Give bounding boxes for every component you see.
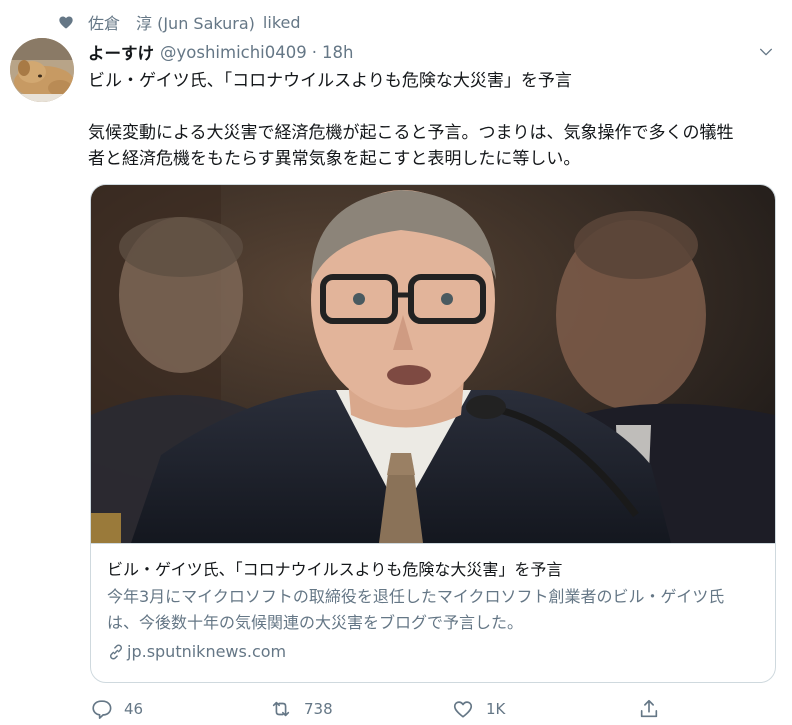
like-count: 1K [486,700,506,718]
heart-outline-icon [453,701,473,718]
tweet-header: よーすけ @yoshimichi0409 · 18h [88,40,353,64]
social-context: 佐倉 淳 (Jun Sakura) liked [56,10,301,34]
tweet-text-line: 者と経済危機をもたらす異常気象を起こすと表明したに等しい。 [88,149,581,169]
like-button[interactable]: 1K [452,696,505,722]
timestamp[interactable]: 18h [322,43,353,62]
display-name[interactable]: よーすけ [88,40,154,64]
avatar[interactable] [10,38,74,102]
liked-label: liked [262,12,301,32]
retweet-count: 738 [304,700,333,718]
heart-icon [56,14,76,30]
share-button[interactable] [638,696,672,722]
user-handle[interactable]: @yoshimichi0409 [160,43,307,62]
reply-icon [92,700,112,719]
card-domain: jp.sputniknews.com [107,640,760,664]
reply-button[interactable]: 46 [90,696,143,722]
card-image[interactable] [91,185,775,543]
card-domain-text: jp.sputniknews.com [127,642,287,661]
card-title: ビル・ゲイツ氏、「コロナウイルスよりも危険な大災害」を予言 [107,560,563,579]
reply-count: 46 [124,700,144,718]
chevron-down-icon[interactable] [756,42,776,62]
tweet-text-line: ビル・ゲイツ氏、「コロナウイルスよりも危険な大災害」を予言 [88,71,572,91]
card-body[interactable]: ビル・ゲイツ氏、「コロナウイルスよりも危険な大災害」を予言 今年3月にマイクロソ… [91,543,775,682]
retweet-icon [272,701,290,717]
retweet-button[interactable]: 738 [270,696,333,722]
tweet[interactable]: 佐倉 淳 (Jun Sakura) liked よーすけ @yoshimichi… [0,0,792,725]
link-card[interactable]: ビル・ゲイツ氏、「コロナウイルスよりも危険な大災害」を予言 今年3月にマイクロソ… [90,184,776,683]
link-icon [109,644,123,660]
card-description-line: は、今後数十年の気候関連の大災害をブログで予言した。 [107,613,524,632]
share-icon [640,699,658,718]
card-description-line: 今年3月にマイクロソフトの取締役を退任したマイクロソフト創業者のビル・ゲイツ氏 [107,587,725,606]
tweet-text-line: 気候変動による大災害で経済危機が起こると予言。つまりは、気象操作で多くの犠牲 [88,123,734,143]
tweet-actions: 46 738 1K [88,694,778,724]
liker-name[interactable]: 佐倉 淳 (Jun Sakura) [88,10,255,34]
separator-dot: · [311,42,318,62]
card-description: 今年3月にマイクロソフトの取締役を退任したマイクロソフト創業者のビル・ゲイツ氏 … [107,584,760,636]
tweet-text: ビル・ゲイツ氏、「コロナウイルスよりも危険な大災害」を予言 気候変動による大災害… [88,68,778,172]
